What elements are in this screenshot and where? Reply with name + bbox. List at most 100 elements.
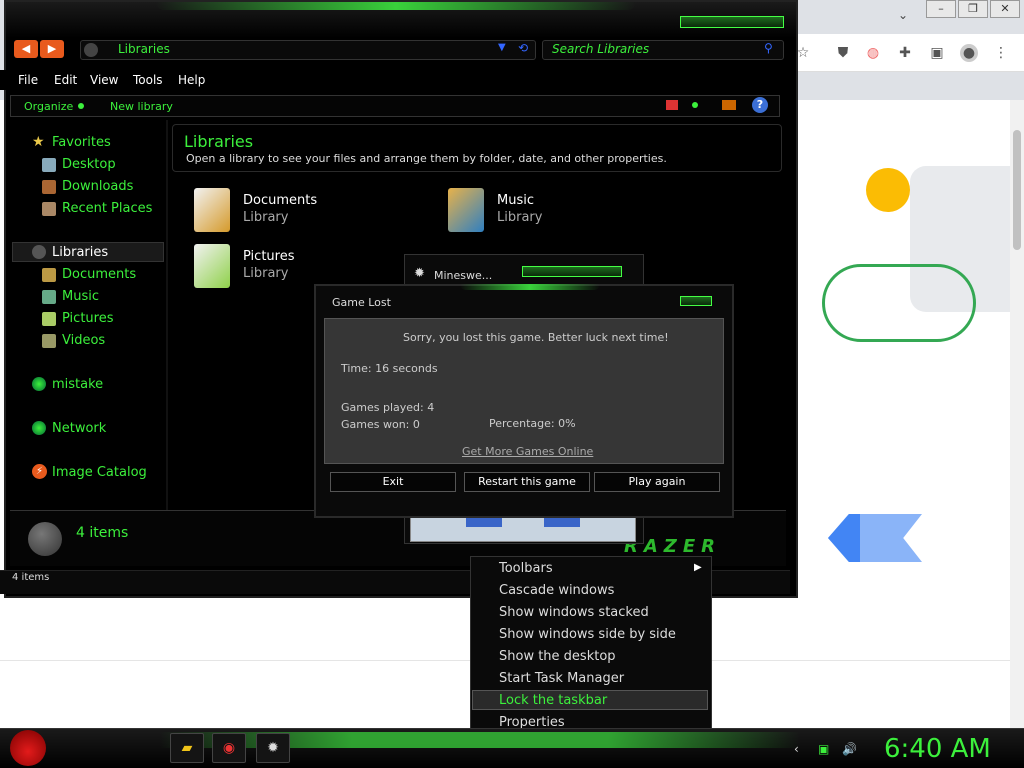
library-name[interactable]: Music xyxy=(497,193,534,208)
videos-icon xyxy=(42,334,56,348)
menu-item-lock-taskbar[interactable]: Lock the taskbar xyxy=(499,693,607,708)
restart-game-button[interactable]: Restart this game xyxy=(464,472,590,492)
nav-pane-divider[interactable] xyxy=(166,120,168,512)
side-panel-icon[interactable]: ▣ xyxy=(928,44,946,62)
favorites-star-icon: ★ xyxy=(32,134,45,150)
menu-view[interactable]: View xyxy=(90,73,118,87)
help-icon[interactable]: ? xyxy=(752,97,768,113)
titlebar-glow xyxy=(156,2,636,10)
nav-libraries[interactable]: Libraries xyxy=(52,245,108,260)
refresh-icon[interactable]: ⟲ xyxy=(518,41,528,55)
nav-pictures[interactable]: Pictures xyxy=(62,311,113,326)
view-dropdown-icon[interactable] xyxy=(692,102,698,108)
dialog-message: Sorry, you lost this game. Better luck n… xyxy=(403,331,669,344)
taskbar-minesweeper-icon[interactable]: ✹ xyxy=(256,733,290,763)
address-text[interactable]: Libraries xyxy=(118,42,170,56)
percentage-stat: Percentage: 0% xyxy=(489,417,576,430)
graphic-green-pill xyxy=(822,264,976,342)
time-stat: Time: 16 seconds xyxy=(341,362,438,375)
play-again-button[interactable]: Play again xyxy=(594,472,720,492)
minesweeper-icon: ✹ xyxy=(414,266,425,281)
nav-image-catalog[interactable]: Image Catalog xyxy=(52,465,147,480)
menu-tools[interactable]: Tools xyxy=(133,73,163,87)
dialog-glow xyxy=(460,284,600,290)
scrollbar-thumb[interactable] xyxy=(1013,130,1021,250)
start-button[interactable] xyxy=(10,730,46,766)
music-icon xyxy=(42,290,56,304)
nav-videos[interactable]: Videos xyxy=(62,333,105,348)
tray-volume-icon[interactable]: 🔊 xyxy=(842,742,857,756)
taskbar-chrome-icon[interactable]: ◉ xyxy=(212,733,246,763)
menu-item-cascade[interactable]: Cascade windows xyxy=(499,583,614,598)
nav-documents[interactable]: Documents xyxy=(62,267,136,282)
nav-music[interactable]: Music xyxy=(62,289,99,304)
graphic-yellow-circle xyxy=(866,168,910,212)
nav-favorites[interactable]: Favorites xyxy=(52,135,111,150)
tray-arrow-icon[interactable]: ‹ xyxy=(794,742,799,756)
pictures-library-icon[interactable] xyxy=(194,244,230,288)
menu-file[interactable]: File xyxy=(18,73,38,87)
view-options-icon[interactable] xyxy=(666,100,678,110)
extension-flag-icon[interactable]: ◍ xyxy=(864,44,882,62)
library-name[interactable]: Pictures xyxy=(243,249,294,264)
nav-downloads[interactable]: Downloads xyxy=(62,179,133,194)
preview-pane-icon[interactable] xyxy=(722,100,736,110)
menu-dots-icon[interactable]: ⋮ xyxy=(992,44,1010,62)
back-button[interactable]: ◀ xyxy=(14,40,38,58)
menu-item-side-by-side[interactable]: Show windows side by side xyxy=(499,627,676,642)
organize-button[interactable]: Organize xyxy=(24,100,73,113)
minesweeper-title: Mineswe... xyxy=(434,269,493,282)
recent-places-icon xyxy=(42,202,56,216)
restore-button[interactable]: ❐ xyxy=(958,0,988,18)
menu-item-toolbars[interactable]: Toolbars xyxy=(499,561,553,576)
menu-edit[interactable]: Edit xyxy=(54,73,77,87)
nav-mistake[interactable]: mistake xyxy=(52,377,103,392)
documents-library-icon[interactable] xyxy=(194,188,230,232)
desktop-icon xyxy=(42,158,56,172)
explorer-window-controls[interactable] xyxy=(680,16,784,28)
tab-list-chevron-icon[interactable]: ⌄ xyxy=(898,8,908,22)
submenu-arrow-icon: ▶ xyxy=(694,562,702,573)
downloads-icon xyxy=(42,180,56,194)
menu-help[interactable]: Help xyxy=(178,73,205,87)
nav-recent-places[interactable]: Recent Places xyxy=(62,201,152,216)
library-name[interactable]: Documents xyxy=(243,193,317,208)
music-library-icon[interactable] xyxy=(448,188,484,232)
taskbar-clock[interactable]: 6:40 AM xyxy=(884,734,991,764)
address-dropdown-icon[interactable]: ▼ xyxy=(498,42,506,53)
libraries-icon xyxy=(32,245,46,259)
games-played-stat: Games played: 4 xyxy=(341,401,435,414)
close-button[interactable]: ✕ xyxy=(990,0,1020,18)
browser-scrollbar[interactable] xyxy=(1010,100,1024,730)
page-title: Libraries xyxy=(184,132,254,151)
menu-item-task-manager[interactable]: Start Task Manager xyxy=(499,671,624,686)
nav-network[interactable]: Network xyxy=(52,421,106,436)
forward-button[interactable]: ▶ xyxy=(40,40,64,58)
minimize-button[interactable]: – xyxy=(926,0,956,18)
documents-icon xyxy=(42,268,56,282)
extensions-puzzle-icon[interactable]: ✚ xyxy=(896,44,914,62)
library-type: Library xyxy=(497,210,543,225)
status-text: 4 items xyxy=(12,572,50,583)
new-library-button[interactable]: New library xyxy=(110,100,173,113)
libraries-large-icon xyxy=(28,522,62,556)
libraries-icon xyxy=(84,43,98,57)
search-placeholder: Search Libraries xyxy=(552,42,650,56)
dialog-close-button[interactable] xyxy=(680,296,712,306)
profile-avatar-icon[interactable]: ● xyxy=(960,44,978,62)
taskbar-explorer-icon[interactable]: ▰ xyxy=(170,733,204,763)
pictures-icon xyxy=(42,312,56,326)
tray-network-icon[interactable]: ▣ xyxy=(818,742,829,756)
search-icon[interactable]: ⚲ xyxy=(764,41,773,55)
extension-shield-icon[interactable]: ⛊ xyxy=(834,44,852,62)
minesweeper-window-controls[interactable] xyxy=(522,266,622,277)
homegroup-icon xyxy=(32,377,46,391)
menu-item-stacked[interactable]: Show windows stacked xyxy=(499,605,649,620)
image-catalog-icon: ⚡ xyxy=(32,464,47,479)
browser-window-controls: – ❐ ✕ xyxy=(926,0,1024,18)
nav-desktop[interactable]: Desktop xyxy=(62,157,116,172)
menu-item-show-desktop[interactable]: Show the desktop xyxy=(499,649,616,664)
dialog-title: Game Lost xyxy=(332,296,391,309)
get-more-games-link[interactable]: Get More Games Online xyxy=(462,445,593,458)
exit-button[interactable]: Exit xyxy=(330,472,456,492)
